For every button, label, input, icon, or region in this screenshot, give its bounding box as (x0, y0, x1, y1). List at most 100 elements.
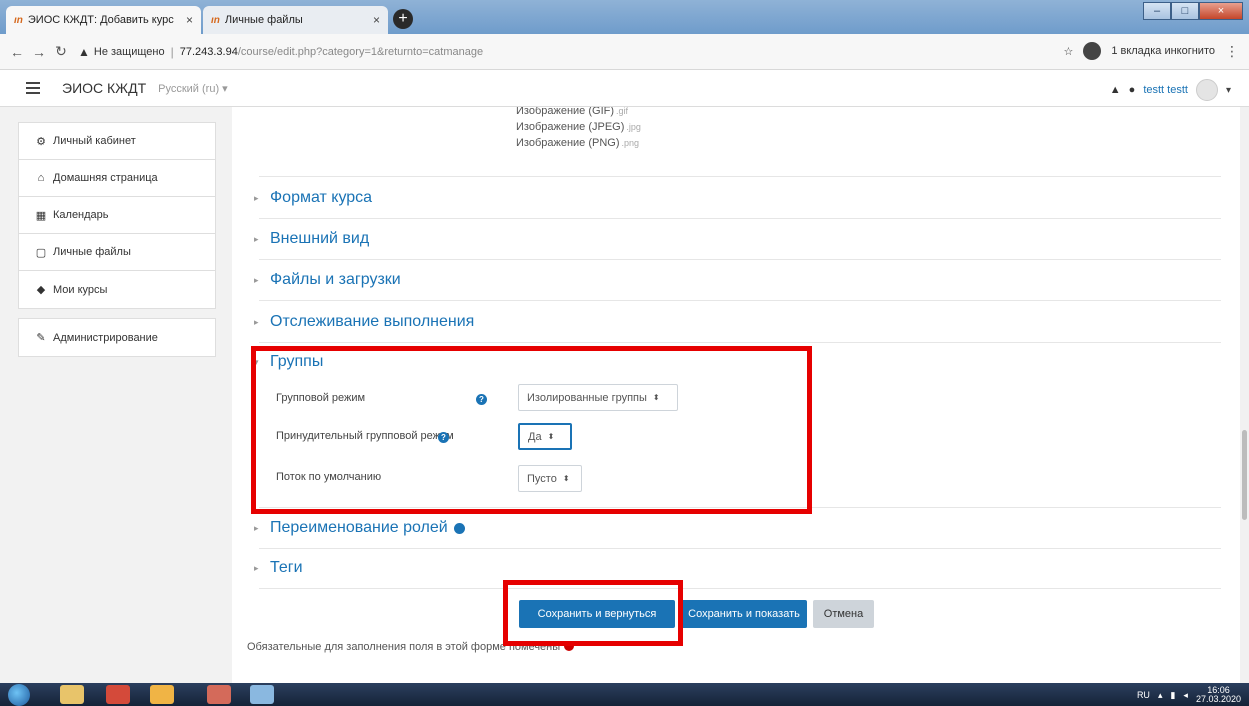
filetype-ext: .gif (616, 107, 629, 116)
drawer-item-dashboard[interactable]: ⚙ Личный кабинет (19, 123, 215, 160)
section-divider (259, 342, 1221, 343)
notifications-bell-icon[interactable]: ▲ (1110, 84, 1121, 96)
close-tab-icon[interactable]: × (373, 13, 380, 27)
drawer-item-label: Домашняя страница (53, 172, 158, 184)
clock-date: 27.03.2020 (1195, 694, 1241, 704)
drawer-item-my-courses[interactable]: ◆ Мои курсы (19, 271, 215, 308)
window-controls: – □ × (1143, 2, 1243, 20)
section-divider (259, 300, 1221, 301)
save-button-highlight-box (503, 580, 683, 646)
address-bar-actions: ☆ 1 вкладка инкогнито ⋮ (1063, 42, 1239, 60)
drawer-item-label: Личные файлы (53, 246, 131, 258)
section-course-format[interactable]: ▸ Формат курса (254, 189, 372, 207)
section-divider (259, 259, 1221, 260)
windows-start-icon[interactable] (8, 684, 30, 706)
drawer-item-private-files[interactable]: ▢ Личные файлы (19, 234, 215, 271)
nav-block-main: ⚙ Личный кабинет ⌂ Домашняя страница ▦ К… (18, 122, 216, 309)
powerpoint-icon[interactable] (207, 685, 231, 704)
section-divider (259, 176, 1221, 177)
maximize-button[interactable]: □ (1171, 2, 1199, 20)
drawer-item-home[interactable]: ⌂ Домашняя страница (19, 160, 215, 197)
url-path[interactable]: /course/edit.php?category=1&returnto=cat… (238, 46, 483, 58)
filetype-label: Изображение (PNG) (516, 137, 620, 149)
forward-arrow-icon[interactable]: → (28, 44, 50, 60)
chevron-down-icon[interactable]: ▾ (1226, 85, 1231, 96)
tray-arrow-icon[interactable]: ▴ (1158, 690, 1163, 701)
incognito-icon[interactable] (1083, 42, 1102, 60)
section-tags[interactable]: ▸ Теги (254, 559, 303, 577)
section-title: Файлы и загрузки (270, 271, 401, 288)
page-scrollbar[interactable] (1240, 107, 1249, 683)
site-navbar: ЭИОС КЖДТ Русский (ru) ▾ ▲ ● testt testt… (0, 70, 1249, 107)
warning-icon[interactable]: ▲ (78, 45, 90, 59)
section-files-uploads[interactable]: ▸ Файлы и загрузки (254, 271, 401, 289)
minimize-button[interactable]: – (1143, 2, 1171, 20)
wrench-icon: ✎ (36, 332, 46, 344)
notepad-icon[interactable] (60, 685, 84, 704)
filetype-png: Изображение (PNG) .png (516, 137, 639, 149)
filetype-label: Изображение (JPEG) (516, 121, 625, 133)
system-clock[interactable]: 16:06 27.03.2020 (1196, 686, 1241, 704)
groups-highlight-box (251, 346, 812, 514)
file-icon: ▢ (35, 246, 47, 259)
omnibox[interactable]: ▲ Не защищено | 77.243.3.94 /course/edit… (78, 39, 483, 65)
browser-tab-add-course[interactable]: ın ЭИОС КЖДТ: Добавить курс × (6, 6, 201, 34)
hamburger-menu-icon[interactable] (26, 82, 40, 94)
help-icon[interactable] (453, 522, 465, 534)
section-title: Внешний вид (270, 230, 370, 247)
section-title: Переименование ролей (270, 519, 448, 536)
browser-tab-personal-files[interactable]: ın Личные файлы × (203, 6, 388, 34)
filetype-gif: Изображение (GIF) .gif (516, 107, 628, 117)
calendar-icon: ▦ (35, 209, 47, 222)
star-icon[interactable]: ☆ (1063, 45, 1073, 58)
chevron-right-icon: ▸ (254, 192, 259, 203)
section-divider (259, 218, 1221, 219)
nav-block-admin: ✎ Администрирование (18, 318, 216, 357)
avatar[interactable] (1195, 79, 1218, 101)
volume-icon[interactable]: ◂ (1183, 690, 1188, 701)
nav-drawer: ⚙ Личный кабинет ⌂ Домашняя страница ▦ К… (0, 107, 232, 683)
filetype-ext: .jpg (626, 122, 641, 132)
new-tab-button[interactable]: + (393, 9, 413, 29)
drawer-item-administration[interactable]: ✎ Администрирование (19, 319, 215, 356)
window-close-button[interactable]: × (1199, 2, 1243, 20)
chrome-icon[interactable] (106, 685, 130, 704)
remote-desktop-icon[interactable] (250, 685, 274, 704)
file-explorer-icon[interactable] (150, 685, 174, 704)
browser-tab-strip: ın ЭИОС КЖДТ: Добавить курс × ın Личные … (0, 0, 1249, 34)
cancel-button[interactable]: Отмена (813, 600, 874, 628)
chevron-right-icon: ▸ (254, 233, 259, 244)
url-host[interactable]: 77.243.3.94 (180, 46, 238, 58)
user-area: ▲ ● testt testt ▾ (1110, 79, 1231, 101)
url-divider: | (170, 44, 174, 59)
drawer-item-label: Администрирование (53, 331, 158, 344)
messages-icon[interactable]: ● (1129, 84, 1136, 96)
windows-taskbar: RU ▴ ▮ ◂ 16:06 27.03.2020 (0, 683, 1249, 706)
chevron-right-icon: ▸ (254, 316, 259, 327)
address-bar: ← → ↻ ▲ Не защищено | 77.243.3.94 /cours… (0, 34, 1249, 70)
section-title: Формат курса (270, 189, 373, 206)
language-menu[interactable]: Русский (ru) ▾ (158, 82, 228, 95)
section-appearance[interactable]: ▸ Внешний вид (254, 230, 369, 248)
reload-icon[interactable]: ↻ (50, 43, 72, 60)
filetype-label: Изображение (GIF) (516, 107, 615, 117)
section-title: Отслеживание выполнения (270, 313, 475, 330)
user-name[interactable]: testt testt (1143, 84, 1188, 96)
chevron-right-icon: ▸ (254, 522, 259, 533)
keyboard-language[interactable]: RU (1137, 690, 1150, 700)
browser-menu-icon[interactable]: ⋮ (1225, 43, 1239, 60)
network-icon[interactable]: ▮ (1170, 690, 1175, 701)
filetype-jpeg: Изображение (JPEG) .jpg (516, 121, 641, 133)
drawer-item-calendar[interactable]: ▦ Календарь (19, 197, 215, 234)
graduation-cap-icon: ◆ (36, 284, 46, 296)
section-rename-roles[interactable]: ▸ Переименование ролей (254, 519, 465, 537)
incognito-label[interactable]: 1 вкладка инкогнито (1111, 45, 1215, 57)
close-tab-icon[interactable]: × (186, 13, 193, 27)
back-arrow-icon[interactable]: ← (6, 44, 28, 60)
drawer-item-label: Мои курсы (53, 283, 108, 296)
section-completion-tracking[interactable]: ▸ Отслеживание выполнения (254, 313, 474, 331)
save-and-display-button[interactable]: Сохранить и показать (681, 600, 807, 628)
site-name[interactable]: ЭИОС КЖДТ (62, 80, 146, 96)
not-secure-label[interactable]: Не защищено (94, 46, 165, 58)
scrollbar-thumb[interactable] (1242, 430, 1247, 520)
